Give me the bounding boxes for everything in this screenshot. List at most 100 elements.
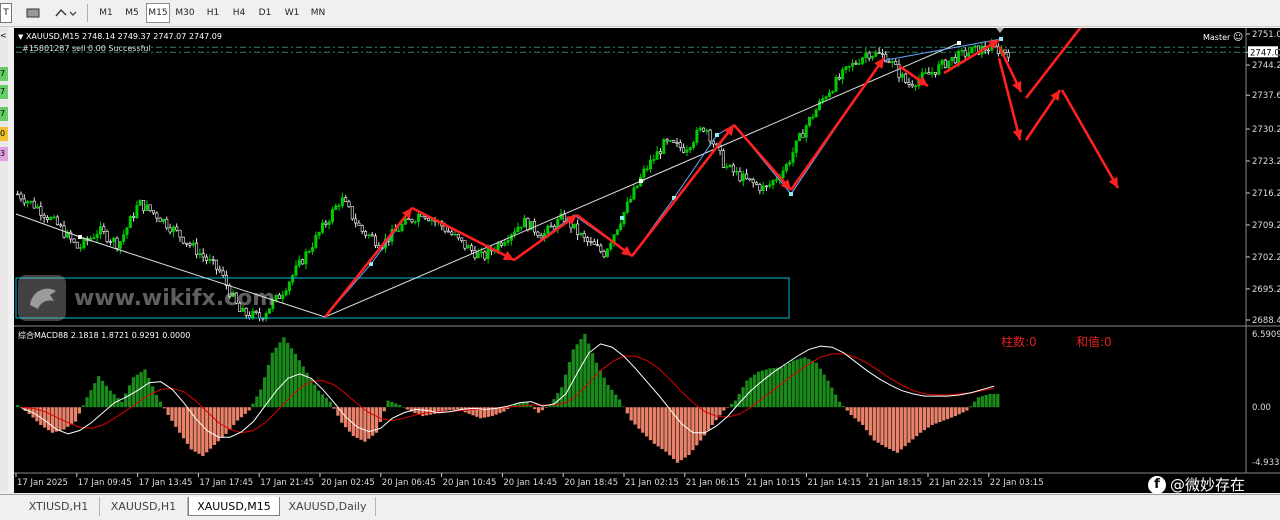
macd-histogram-bar	[355, 407, 359, 438]
candle-body	[334, 205, 338, 210]
side-panel-cell[interactable]: 7	[0, 67, 8, 81]
timeframe-m1-button[interactable]: M1	[94, 3, 118, 23]
candle-body	[957, 50, 961, 64]
macd-histogram-bar	[895, 407, 900, 453]
smiley-icon: ☺	[1232, 32, 1244, 43]
macd-histogram-bar	[953, 407, 957, 417]
chart-template-button[interactable]	[22, 3, 44, 23]
macd-histogram-bar	[274, 347, 278, 408]
side-panel-cell[interactable]: 0	[0, 127, 8, 141]
collapse-triangle-icon[interactable]: ▼	[18, 33, 23, 41]
macd-histogram-bar	[297, 360, 301, 408]
macd-histogram-bar	[861, 407, 865, 425]
chart-tab[interactable]: XAUUSD,M15	[188, 497, 280, 516]
candle-body	[950, 57, 954, 62]
timeframe-h1-button[interactable]: H1	[201, 3, 225, 23]
side-panel-cell[interactable]: 7	[0, 85, 8, 99]
macd-histogram-bar	[984, 394, 988, 408]
timeframe-h4-button[interactable]: H4	[227, 3, 251, 23]
candle-body	[725, 166, 729, 168]
timeframe-m30-button[interactable]: M30	[172, 3, 198, 23]
candle-body	[175, 226, 179, 231]
macd-histogram-bar	[521, 402, 525, 408]
master-label[interactable]: Master ☺	[1203, 32, 1243, 43]
candle-body	[211, 259, 215, 261]
macd-histogram-bar	[710, 407, 714, 425]
chart-canvas[interactable]: 2751.0 2747.0 2744.2 2737.6 2730.2 2723.2 2716…	[14, 28, 1280, 493]
timeframe-mn-button[interactable]: MN	[306, 3, 330, 23]
candle-body	[480, 251, 484, 254]
macd-histogram-bar	[799, 358, 803, 408]
candle-body	[251, 310, 255, 319]
candle-body	[95, 233, 99, 238]
macd-histogram-bar	[849, 407, 853, 415]
macd-histogram-bar	[818, 368, 822, 408]
price-tick-label: 2688.4	[1252, 316, 1280, 326]
candle-body	[791, 152, 795, 163]
candle-body	[751, 179, 755, 184]
macd-histogram-bar	[841, 406, 846, 408]
candle-body	[188, 243, 192, 246]
candle-body	[629, 198, 633, 203]
candle-body	[602, 251, 606, 258]
candle-body	[986, 49, 990, 52]
candle-body	[745, 173, 749, 180]
macd-histogram-bar	[340, 407, 344, 423]
side-panel-cell[interactable]: 3	[0, 147, 8, 161]
candle-body	[470, 245, 474, 251]
macd-histogram-bar	[247, 407, 251, 411]
macd-histogram-bar	[714, 407, 718, 421]
timeframe-m5-button[interactable]: M5	[120, 3, 144, 23]
chart-tab[interactable]: XAUUSD,Daily	[280, 497, 376, 516]
chart-tab[interactable]: XTIUSD,H1	[18, 497, 100, 516]
time-tick-label: 21 Jan 14:15	[807, 478, 861, 488]
macd-histogram-bar	[884, 407, 888, 448]
side-panel-cell[interactable]: 7	[0, 107, 8, 121]
timeframe-m15-button[interactable]: M15	[146, 3, 170, 23]
terminal-button[interactable]: T	[0, 3, 12, 23]
candle-body	[450, 231, 454, 235]
candle-body	[688, 147, 692, 151]
candle-body	[804, 125, 808, 138]
macd-histogram-bar	[170, 407, 174, 421]
toolbar: T M1 M5 M15 M30 H1 H4 D1 W1 MN	[0, 0, 1280, 27]
candle-body	[801, 133, 805, 138]
trendline-anchor	[957, 41, 961, 45]
macd-histogram-bar	[313, 384, 317, 408]
candle-body	[26, 201, 30, 204]
chart-window[interactable]: 2751.0 2747.0 2744.2 2737.6 2730.2 2723.2 2716…	[14, 28, 1280, 493]
macd-histogram-bar	[938, 407, 942, 423]
macd-histogram-bar	[911, 407, 915, 440]
chart-tab[interactable]: XAUUSD,H1	[100, 497, 188, 516]
macd-histogram-bar	[961, 407, 965, 413]
timeframe-d1-button[interactable]: D1	[253, 3, 277, 23]
objects-button[interactable]	[52, 3, 80, 23]
candle-body	[499, 242, 503, 246]
candle-body	[698, 127, 702, 131]
macd-histogram-bar	[625, 407, 629, 414]
candle-body	[102, 226, 106, 232]
macd-histogram-bar	[753, 374, 757, 408]
timeframe-w1-button[interactable]: W1	[280, 3, 304, 23]
macd-histogram-bar	[81, 405, 85, 408]
macd-tick-label: 6.5909	[1252, 330, 1280, 340]
candle-body	[831, 91, 835, 93]
time-tick-label: 17 Jan 13:45	[139, 478, 193, 488]
side-panel-cell[interactable]: <	[0, 29, 8, 43]
candle-body	[576, 223, 580, 235]
macd-histogram-bar	[282, 337, 286, 408]
macd-histogram-bar	[668, 407, 672, 456]
candle-body	[781, 170, 785, 179]
macd-histogram-bar	[378, 407, 382, 423]
macd-histogram-bar	[699, 407, 703, 441]
candle-body	[808, 116, 812, 126]
candle-body	[198, 253, 202, 256]
macd-histogram-bar	[262, 377, 267, 408]
candle-body	[824, 96, 828, 99]
candle-body	[324, 222, 328, 225]
candle-body	[582, 233, 586, 238]
candle-body	[930, 72, 934, 75]
symbol-ohlc-text: XAUUSD,M15 2748.14 2749.37 2747.07 2747.…	[25, 32, 222, 41]
candle-body	[330, 209, 334, 222]
candle-body	[854, 62, 858, 65]
